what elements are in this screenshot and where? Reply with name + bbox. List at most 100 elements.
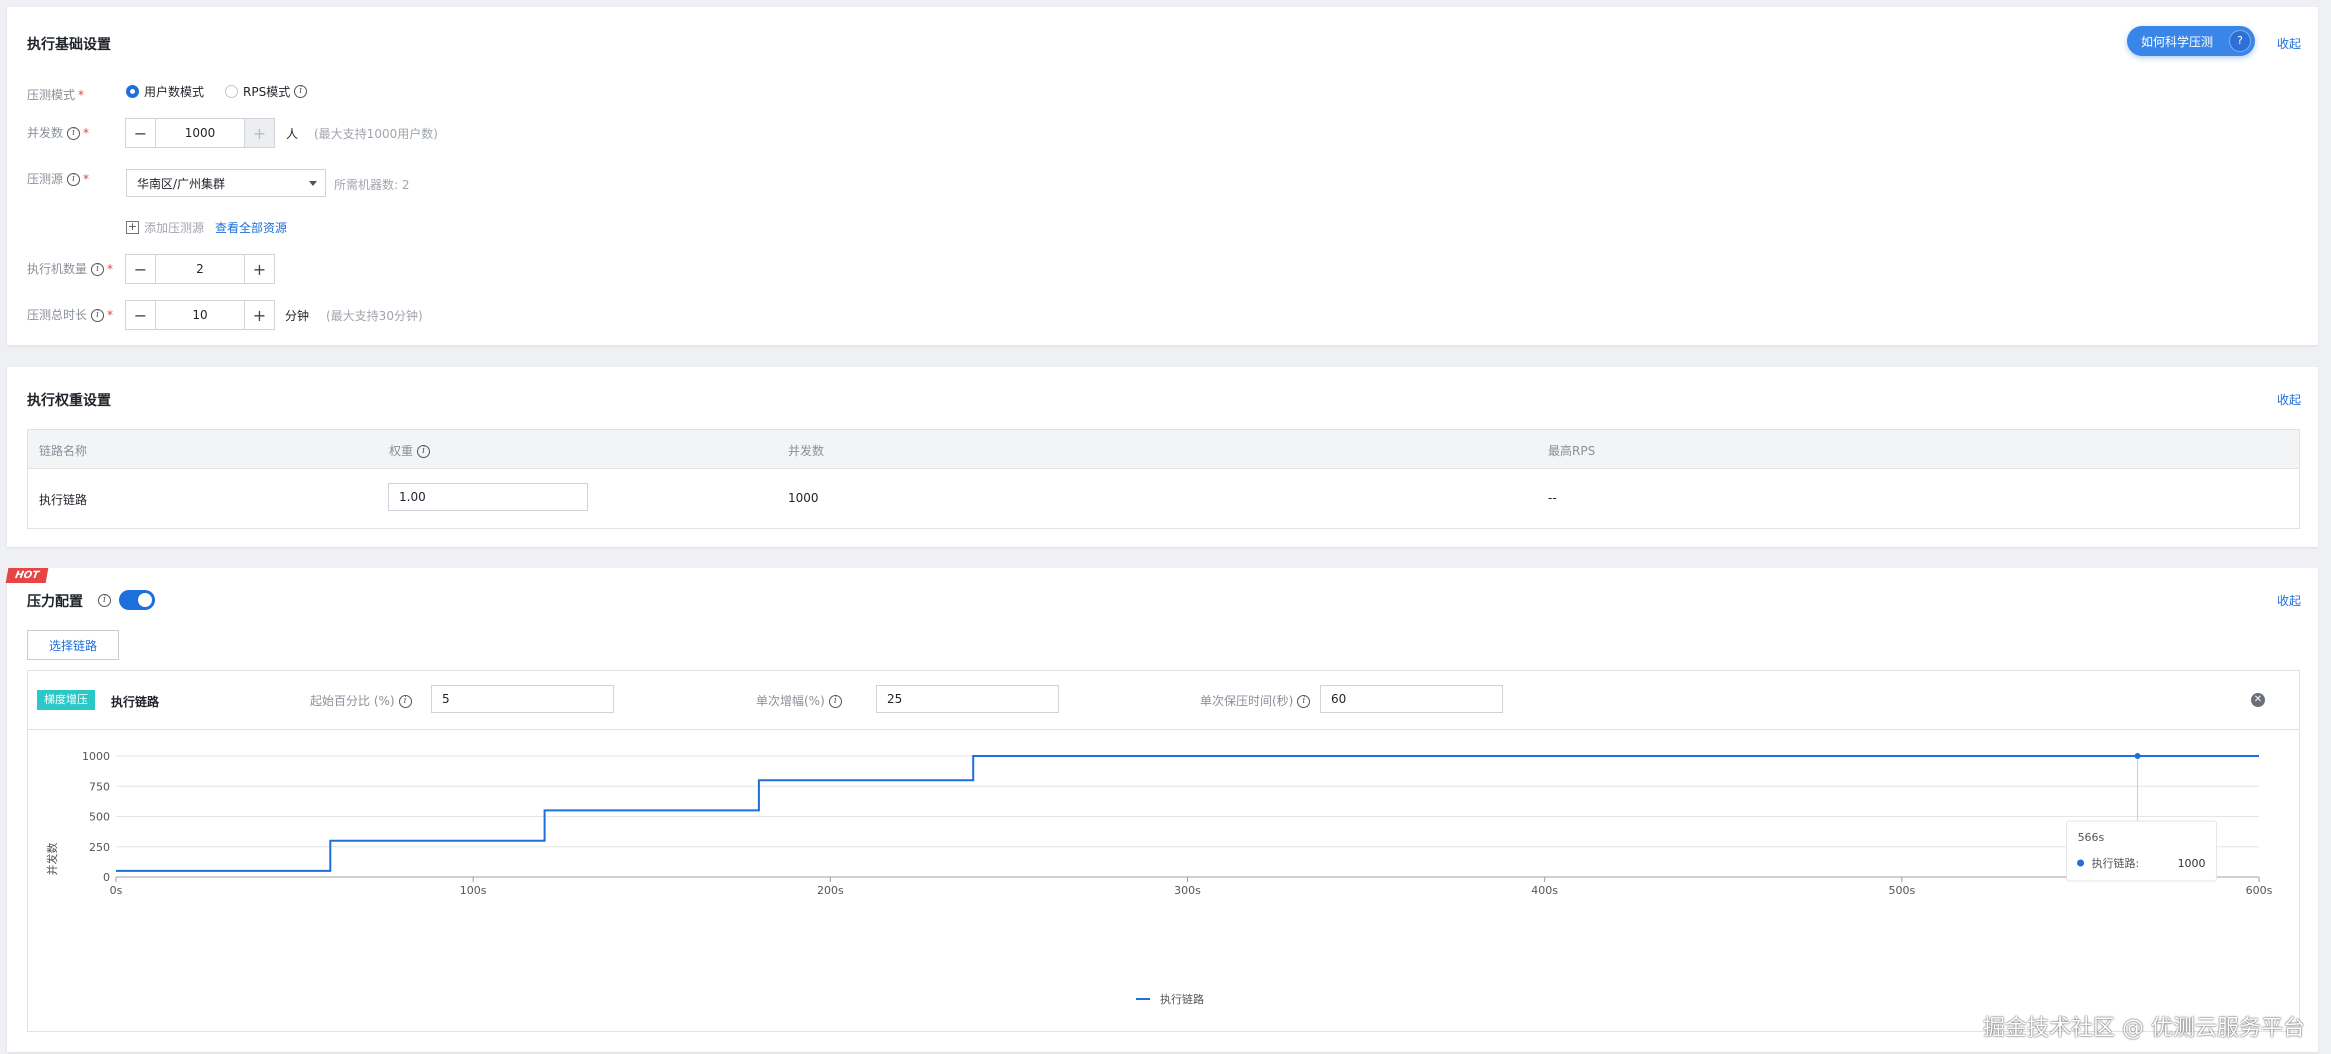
decrement-button[interactable]: − <box>126 119 156 147</box>
chart-legend: 执行链路 <box>1136 992 1204 1006</box>
series-line <box>116 755 2259 872</box>
duration-hint: (最大支持30分钟) <box>326 309 423 323</box>
x-tick-labels: 0s 100s 200s 300s 400s 500s 600s <box>110 877 2273 897</box>
concurrency-unit: 人 <box>286 127 299 141</box>
collapse-weight-link[interactable]: 收起 <box>2277 391 2301 408</box>
section-title-pressure: 压力配置 <box>27 594 83 610</box>
y-tick-label: 0 <box>103 871 110 884</box>
x-tick-label: 400s <box>1531 884 1558 897</box>
tooltip-series-label: 执行链路: <box>2092 856 2140 870</box>
hold-time-label: 单次保压时间(秒) i <box>1200 692 1311 709</box>
watermark: 掘金技术社区 @ 优测云服务平台 <box>1983 1016 2305 1041</box>
weight-input[interactable] <box>388 483 588 511</box>
chevron-down-icon <box>309 181 317 186</box>
weight-settings-card: 执行权重设置 收起 链路名称 权重i 并发数 最高RPS 执行链路 1000 -… <box>7 367 2318 547</box>
radio-checked-icon <box>126 85 139 98</box>
radio-unchecked-icon <box>225 85 238 98</box>
collapse-basic-link[interactable]: 收起 <box>2277 35 2301 52</box>
chart-series <box>116 755 2259 872</box>
column-header: 链路名称 <box>39 444 88 458</box>
toggle-knob <box>138 593 152 607</box>
source-select[interactable]: 华南区/广州集群 <box>126 169 326 197</box>
required-mark: * <box>107 308 114 322</box>
concurrency-input[interactable] <box>156 119 244 147</box>
info-icon[interactable]: i <box>294 85 308 98</box>
gradient-config-header: 梯度增压 执行链路 起始百分比 (%)i 单次增幅(%)i 单次保压时间(秒)i… <box>28 671 2299 730</box>
section-title-weight: 执行权重设置 <box>27 393 111 409</box>
column-header: 并发数 <box>788 444 825 458</box>
info-icon[interactable]: i <box>98 594 111 607</box>
mode-user-label: 用户数模式 <box>144 85 205 99</box>
decrement-button[interactable]: − <box>126 255 156 283</box>
info-icon[interactable]: i <box>91 309 105 322</box>
source-label-text: 压测源 <box>27 172 64 186</box>
hot-badge: HOT <box>5 568 49 583</box>
x-tick-label: 200s <box>817 884 844 897</box>
add-source-label: 添加压测源 <box>144 221 205 235</box>
hold-time-input[interactable] <box>1320 685 1503 713</box>
concurrency-stepper: − + <box>125 118 275 148</box>
mode-radio-rps[interactable]: RPS模式 i <box>225 83 308 100</box>
pressure-config-card: 压力配置 i 收起 选择链路 梯度增压 执行链路 起始百分比 (%)i 单次增幅… <box>7 568 2318 1052</box>
gradient-tag: 梯度增压 <box>37 690 95 710</box>
machines-needed: 所需机器数: 2 <box>334 178 410 192</box>
y-tick-label: 500 <box>89 811 110 824</box>
source-label: 压测源 i * <box>27 170 89 187</box>
increment-button[interactable]: + <box>244 301 274 329</box>
max-rps-cell: -- <box>1548 491 1557 505</box>
start-pct-label-text: 起始百分比 (%) <box>310 694 395 708</box>
y-tick-label: 1000 <box>82 750 110 763</box>
add-source-button[interactable]: + 添加压测源 <box>126 219 204 236</box>
help-question-icon: ? <box>2229 30 2251 52</box>
chart-grid <box>116 755 2259 878</box>
duration-input[interactable] <box>156 301 244 329</box>
info-icon[interactable]: i <box>67 127 81 140</box>
select-chain-button[interactable]: 选择链路 <box>27 630 119 660</box>
collapse-pressure-link[interactable]: 收起 <box>2277 592 2301 609</box>
mode-label: 压测模式 * <box>27 86 84 103</box>
decrement-button[interactable]: − <box>126 301 156 329</box>
y-tick-label: 250 <box>89 841 110 854</box>
plus-square-icon: + <box>126 220 139 234</box>
start-pct-input[interactable] <box>431 685 614 713</box>
section-title-basic: 执行基础设置 <box>27 37 111 53</box>
duration-unit: 分钟 <box>285 309 310 323</box>
chain-name-cell: 执行链路 <box>39 493 88 507</box>
basic-settings-card: 执行基础设置 如何科学压测 ? 收起 压测模式 * 用户数模式 RPS模式 i 并… <box>7 7 2318 345</box>
concurrency-label: 并发数 i * <box>27 124 89 141</box>
mode-rps-label: RPS模式 <box>243 85 291 99</box>
help-pill-label: 如何科学压测 <box>2141 34 2214 49</box>
concurrency-cell: 1000 <box>788 491 819 505</box>
increment-button[interactable]: + <box>244 119 274 147</box>
increment-button[interactable]: + <box>244 255 274 283</box>
table-header: 链路名称 权重 i 并发数 最高RPS <box>28 430 2299 469</box>
view-all-resources-link[interactable]: 查看全部资源 <box>215 219 287 236</box>
info-icon[interactable]: i <box>1297 695 1311 708</box>
x-tick-label: 500s <box>1888 884 1915 897</box>
x-tick-label: 600s <box>2246 884 2273 897</box>
weight-table: 链路名称 权重i 并发数 最高RPS 执行链路 1000 -- <box>27 429 2300 529</box>
y-axis-label: 并发数 <box>45 843 59 876</box>
step-pct-label: 单次增幅(%) i <box>756 692 842 709</box>
step-pct-label-text: 单次增幅(%) <box>756 694 825 708</box>
column-header: 最高RPS <box>1548 444 1596 458</box>
step-pct-input[interactable] <box>876 685 1059 713</box>
mode-radio-user[interactable]: 用户数模式 <box>126 83 204 100</box>
hover-point <box>2134 753 2141 759</box>
info-icon[interactable]: i <box>91 263 105 276</box>
machine-count-input[interactable] <box>156 255 244 283</box>
legend-label: 执行链路 <box>1160 992 1204 1006</box>
info-icon[interactable]: i <box>398 695 412 708</box>
start-pct-label: 起始百分比 (%) i <box>310 692 412 709</box>
close-icon[interactable]: ✕ <box>2251 693 2265 707</box>
concurrency-hint: (最大支持1000用户数) <box>314 127 438 141</box>
tooltip-series-dot <box>2077 859 2085 867</box>
pressure-toggle[interactable] <box>119 590 155 610</box>
required-mark: * <box>78 88 85 102</box>
concurrency-label-text: 并发数 <box>27 126 64 140</box>
duration-label-text: 压测总时长 <box>27 308 88 322</box>
info-icon[interactable]: i <box>417 445 431 458</box>
help-pill[interactable]: 如何科学压测 ? <box>2127 26 2255 56</box>
info-icon[interactable]: i <box>67 173 81 186</box>
info-icon[interactable]: i <box>828 695 842 708</box>
